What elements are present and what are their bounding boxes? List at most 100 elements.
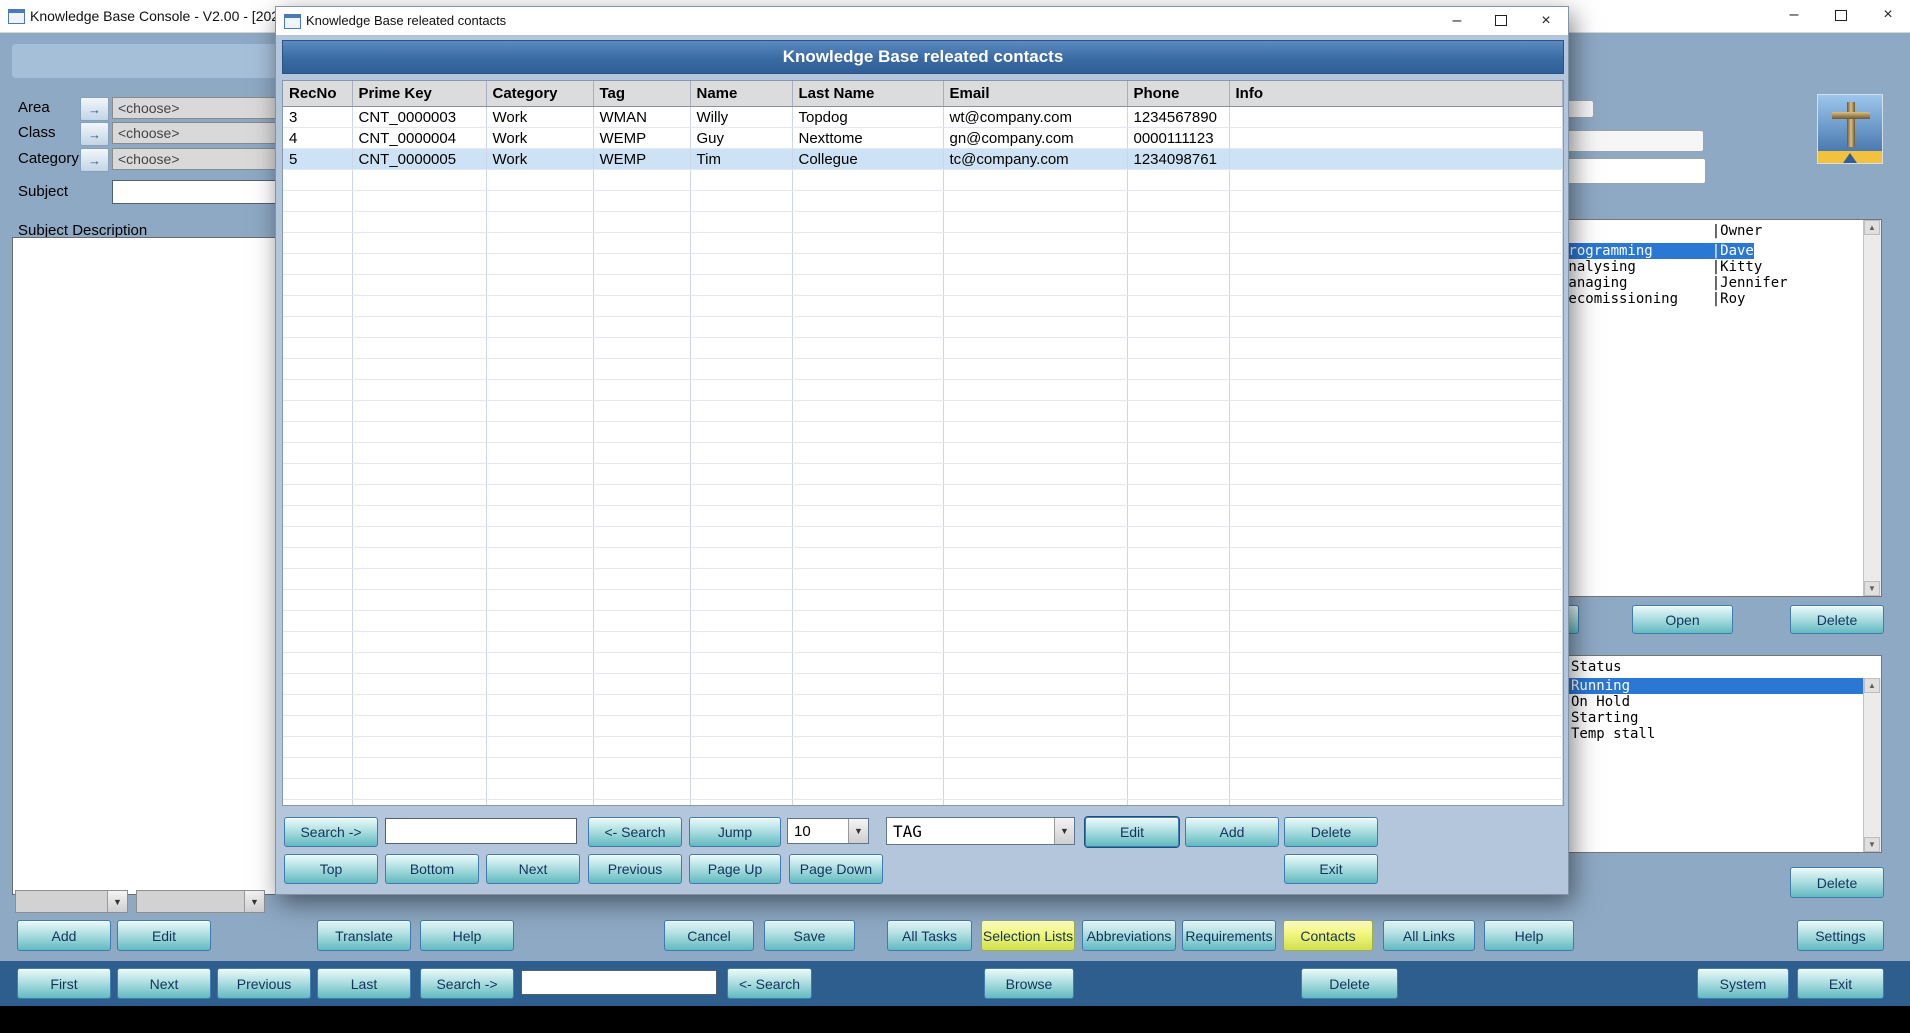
previous-button[interactable]: Previous <box>217 968 311 999</box>
table-row[interactable] <box>283 506 1563 527</box>
contacts-button[interactable]: Contacts <box>1283 920 1373 951</box>
table-row[interactable] <box>283 359 1563 380</box>
bottom-combo-2[interactable]: ▼ <box>136 890 265 913</box>
table-row[interactable] <box>283 611 1563 632</box>
table-row[interactable] <box>283 170 1563 191</box>
table-row[interactable] <box>283 485 1563 506</box>
scroll-up-icon[interactable]: ▲ <box>1864 220 1880 235</box>
table-row[interactable] <box>283 695 1563 716</box>
table-row[interactable] <box>283 653 1563 674</box>
system-button[interactable]: System <box>1697 968 1789 999</box>
dialog-search-back-button[interactable]: <- Search <box>588 817 682 847</box>
column-header[interactable]: Info <box>1229 81 1563 107</box>
column-header[interactable]: Phone <box>1127 81 1229 107</box>
table-row[interactable] <box>283 233 1563 254</box>
next-button[interactable]: Next <box>117 968 211 999</box>
column-header[interactable]: Last Name <box>792 81 943 107</box>
owner-list-item[interactable]: Analysing |Kitty <box>1556 259 1881 275</box>
table-row[interactable] <box>283 275 1563 296</box>
selection-lists-button[interactable]: Selection Lists <box>981 920 1075 951</box>
table-row[interactable] <box>283 254 1563 275</box>
dialog-edit-button[interactable]: Edit <box>1085 817 1179 847</box>
table-row[interactable] <box>283 527 1563 548</box>
table-row[interactable]: 3CNT_0000003WorkWMANWillyTopdogwt@compan… <box>283 107 1563 128</box>
close-icon[interactable]: × <box>1524 7 1568 34</box>
status-list-item[interactable]: Temp stall <box>1567 726 1881 742</box>
minimize-icon[interactable]: – <box>1772 0 1816 30</box>
table-row[interactable] <box>283 548 1563 569</box>
category-value-field[interactable]: <choose> <box>112 148 299 170</box>
owner-list-scrollbar[interactable]: ▲ ▼ <box>1863 220 1881 596</box>
open-button[interactable]: Open <box>1632 605 1733 634</box>
all-tasks-button[interactable]: All Tasks <box>887 920 972 951</box>
table-row[interactable] <box>283 674 1563 695</box>
last-button[interactable]: Last <box>317 968 411 999</box>
translate-button[interactable]: Translate <box>317 920 411 951</box>
dialog-delete-button[interactable]: Delete <box>1284 817 1378 847</box>
class-value-field[interactable]: <choose> <box>112 122 299 144</box>
jump-button[interactable]: Jump <box>689 817 781 847</box>
subject-input[interactable] <box>112 180 302 204</box>
dialog-search-input[interactable] <box>385 818 577 844</box>
search-forward-button[interactable]: Search -> <box>420 968 514 999</box>
table-row[interactable] <box>283 422 1563 443</box>
status-list-scrollbar[interactable]: ▲ ▼ <box>1863 678 1881 852</box>
owner-list-item[interactable]: Decomissioning |Roy <box>1556 291 1881 307</box>
minimize-icon[interactable]: – <box>1435 7 1479 34</box>
dialog-next-button[interactable]: Next <box>486 854 580 884</box>
class-arrow-button[interactable]: → <box>80 122 109 146</box>
dialog-exit-button[interactable]: Exit <box>1284 854 1378 884</box>
area-value-field[interactable]: <choose> <box>112 97 299 119</box>
delete-status-button[interactable]: Delete <box>1790 867 1884 898</box>
table-row[interactable] <box>283 380 1563 401</box>
column-header[interactable]: Tag <box>593 81 690 107</box>
subject-description-textarea[interactable] <box>12 237 304 895</box>
table-row[interactable] <box>283 296 1563 317</box>
status-list-item[interactable]: Starting <box>1567 710 1881 726</box>
owner-list-item[interactable]: Programming |Dave <box>1556 243 1881 259</box>
bottom-button[interactable]: Bottom <box>385 854 479 884</box>
exit-button[interactable]: Exit <box>1797 968 1884 999</box>
column-header[interactable]: RecNo <box>283 81 352 107</box>
table-row[interactable]: 5CNT_0000005WorkWEMPTimColleguetc@compan… <box>283 149 1563 170</box>
maximize-icon[interactable] <box>1479 7 1523 34</box>
table-row[interactable] <box>283 569 1563 590</box>
column-header[interactable]: Category <box>486 81 593 107</box>
all-links-button[interactable]: All Links <box>1383 920 1475 951</box>
status-list-item[interactable]: On Hold <box>1567 694 1881 710</box>
delete-owner-button[interactable]: Delete <box>1790 605 1884 634</box>
top-button[interactable]: Top <box>284 854 378 884</box>
category-arrow-button[interactable]: → <box>80 148 109 172</box>
column-header[interactable]: Email <box>943 81 1127 107</box>
page-down-button[interactable]: Page Down <box>789 854 883 884</box>
table-row[interactable] <box>283 191 1563 212</box>
table-row[interactable] <box>283 779 1563 800</box>
table-row[interactable] <box>283 464 1563 485</box>
edit-button[interactable]: Edit <box>117 920 211 951</box>
table-row[interactable] <box>283 338 1563 359</box>
status-list-item[interactable]: Running <box>1567 678 1881 694</box>
bottom-combo-1[interactable]: ▼ <box>15 890 128 913</box>
requirements-button[interactable]: Requirements <box>1182 920 1276 951</box>
cancel-button[interactable]: Cancel <box>664 920 754 951</box>
dialog-previous-button[interactable]: Previous <box>588 854 682 884</box>
delete-nav-button[interactable]: Delete <box>1301 968 1398 999</box>
search-back-button[interactable]: <- Search <box>727 968 812 999</box>
table-row[interactable] <box>283 632 1563 653</box>
scroll-down-icon[interactable]: ▼ <box>1864 837 1880 852</box>
maximize-icon[interactable] <box>1819 0 1863 30</box>
column-header[interactable]: Prime Key <box>352 81 486 107</box>
page-up-button[interactable]: Page Up <box>689 854 781 884</box>
table-row[interactable] <box>283 443 1563 464</box>
help-button[interactable]: Help <box>420 920 514 951</box>
scroll-up-icon[interactable]: ▲ <box>1864 678 1880 693</box>
first-button[interactable]: First <box>17 968 111 999</box>
area-arrow-button[interactable]: → <box>80 97 109 121</box>
table-row[interactable] <box>283 401 1563 422</box>
settings-button[interactable]: Settings <box>1797 920 1884 951</box>
table-row[interactable]: 4CNT_0000004WorkWEMPGuyNexttomegn@compan… <box>283 128 1563 149</box>
nav-search-input[interactable] <box>521 970 717 995</box>
dialog-search-forward-button[interactable]: Search -> <box>284 817 378 847</box>
table-row[interactable] <box>283 737 1563 758</box>
close-icon[interactable]: × <box>1866 0 1910 30</box>
